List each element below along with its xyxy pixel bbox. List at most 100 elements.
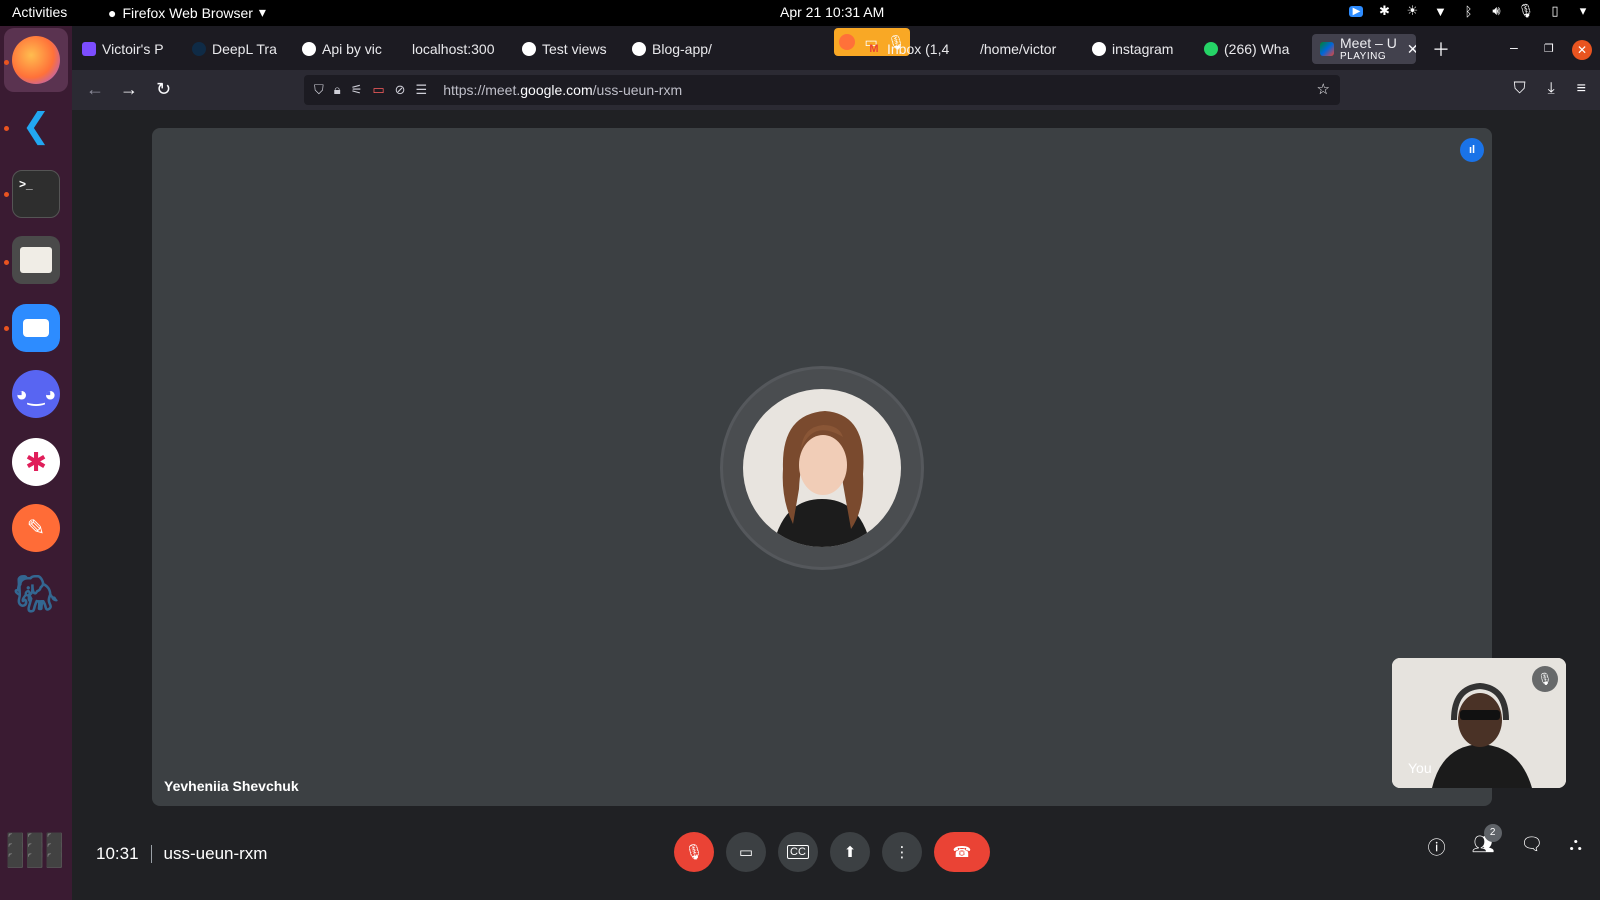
present-button[interactable]: ⬆ <box>830 832 870 872</box>
running-indicator <box>4 60 9 65</box>
close-tab-icon[interactable]: ✕ <box>1407 41 1416 58</box>
deepl-icon <box>192 42 206 56</box>
ubuntu-dock: ❮ >_ ◕‿◕ ✱ ✎ 🐘︎ ⬛⬛⬛ ⬛⬛⬛ ⬛⬛⬛ <box>0 26 72 900</box>
zoom-icon[interactable] <box>12 304 60 352</box>
slack-tray-icon[interactable]: ✱ <box>1377 3 1391 19</box>
wifi-icon[interactable]: ▼ <box>1433 4 1447 19</box>
system-top-bar: Activities ● Firefox Web Browser ▾ Apr 2… <box>0 0 1600 26</box>
discord-icon[interactable]: ◕‿◕ <box>12 370 60 418</box>
bluetooth-icon[interactable]: ᛒ <box>1461 4 1475 19</box>
people-button[interactable]: 👥︎ 2 <box>1472 824 1502 860</box>
meeting-code: uss-ueun-rxm <box>163 844 268 863</box>
running-indicator <box>4 260 9 265</box>
present-screen-icon: ⬆ <box>843 844 857 861</box>
autoplay-blocked-icon[interactable]: ⊘ <box>395 82 406 98</box>
url-bar[interactable]: ⛉ 🔒︎ ⚟ ▭ ⊘ ☰ https://meet.google.com/uss… <box>304 75 1340 105</box>
camera-icon: ▭ <box>738 844 754 861</box>
permissions-icon[interactable]: ⚟ <box>351 82 363 98</box>
end-call-icon: ☎ <box>952 844 972 861</box>
meeting-time: 10:31 <box>96 844 139 863</box>
slack-icon[interactable]: ✱ <box>12 438 60 486</box>
divider <box>150 845 152 863</box>
app-menu[interactable]: ● Firefox Web Browser ▾ <box>108 4 266 21</box>
battery-icon[interactable]: ▯ <box>1548 3 1562 19</box>
back-icon[interactable]: ← <box>86 79 104 100</box>
github-icon <box>632 42 646 56</box>
system-tray[interactable]: ▶ ✱ ☀ ▼ ᛒ 🔊︎ 🎙︎ ▯ ▾ <box>1349 3 1590 19</box>
more-vert-icon: ⋮ <box>894 844 910 861</box>
volume-icon[interactable]: 🔊︎ <box>1489 3 1503 19</box>
tab-7[interactable]: /home/victor <box>980 34 1072 64</box>
activities-icon[interactable]: ⛬ <box>1569 834 1582 860</box>
postgresql-icon[interactable]: 🐘︎ <box>12 570 60 618</box>
running-indicator <box>4 126 9 131</box>
mic-off-icon: 🎙︎ <box>684 844 704 861</box>
firefox-sharing-icon <box>838 34 855 50</box>
tab-3[interactable]: localhost:300 <box>412 34 504 64</box>
whatsapp-icon <box>1204 42 1218 56</box>
github-icon <box>522 42 536 56</box>
more-options-button[interactable]: ⋮ <box>882 832 922 872</box>
zoom-tray-icon[interactable]: ▶ <box>1349 5 1364 17</box>
hamburger-menu-icon[interactable]: ≡ <box>1577 80 1586 98</box>
firefox-icon[interactable] <box>12 36 60 84</box>
bookmark-star-icon[interactable]: ☆ <box>1317 80 1330 98</box>
reload-icon[interactable]: ↻ <box>156 79 171 100</box>
people-count-badge: 2 <box>1483 824 1502 842</box>
speaking-indicator-icon: ıl <box>1460 138 1484 162</box>
vscode-icon[interactable]: ❮ <box>12 102 60 150</box>
tab-4[interactable]: Test views <box>522 34 614 64</box>
meet-content: ıl Yevheniia Shevchuk 🎙︎ You 10:31 uss-u… <box>72 110 1600 900</box>
forward-icon[interactable]: → <box>120 79 138 100</box>
self-view-tile[interactable]: 🎙︎ You <box>1392 658 1566 788</box>
clock[interactable]: Apr 21 10:31 AM <box>780 4 884 20</box>
meeting-details-icon[interactable]: ⓘ <box>1428 834 1446 860</box>
tab-2[interactable]: Api by vic <box>302 34 394 64</box>
toggle-mic-button[interactable]: 🎙︎ <box>674 832 714 872</box>
tab-meet-active[interactable]: Meet – U PLAYING ✕ <box>1312 34 1416 64</box>
chevron-down-icon: ▾ <box>258 4 266 20</box>
pocket-icon[interactable]: ⛉ <box>1514 80 1526 98</box>
files-icon[interactable] <box>12 236 60 284</box>
running-indicator <box>4 192 9 197</box>
muted-mic-icon: 🎙︎ <box>1532 666 1558 692</box>
participant-stage[interactable]: ıl Yevheniia Shevchuk <box>152 128 1492 806</box>
app-menu-label: Firefox Web Browser <box>122 4 253 21</box>
meeting-info: 10:31 uss-ueun-rxm <box>96 844 267 864</box>
downloads-icon[interactable]: ⤓ <box>1548 80 1555 98</box>
tab-5[interactable]: Blog-app/ <box>632 34 724 64</box>
meet-control-bar: 10:31 uss-ueun-rxm 🎙︎ ▭ CC ⬆ ⋮ ☎ ⓘ 👥︎ 2 🗨… <box>72 810 1600 900</box>
postman-icon[interactable]: ✎ <box>12 504 60 552</box>
reader-view-icon[interactable]: ☰ <box>416 82 428 98</box>
toggle-camera-button[interactable]: ▭ <box>726 832 766 872</box>
captions-icon: CC <box>787 845 809 859</box>
github-icon <box>1092 42 1106 56</box>
minimize-icon[interactable]: – <box>1510 39 1518 55</box>
tab-8[interactable]: instagram <box>1092 34 1184 64</box>
tab-6[interactable]: M Inbox (1,4 <box>867 34 959 64</box>
show-apps-icon[interactable]: ⬛⬛⬛ ⬛⬛⬛ ⬛⬛⬛ <box>7 826 63 874</box>
tab-1[interactable]: DeepL Tra <box>192 34 284 64</box>
avatar-ring <box>720 366 924 570</box>
chat-icon[interactable]: 🗨︎ <box>1521 834 1544 860</box>
restore-icon[interactable]: ❐ <box>1544 42 1554 55</box>
activities-button[interactable]: Activities <box>12 4 67 20</box>
microphone-icon[interactable]: 🎙︎ <box>1517 3 1534 19</box>
participant-avatar <box>743 389 901 547</box>
close-window-icon[interactable]: ✕ <box>1572 40 1592 60</box>
new-tab-icon[interactable]: ＋ <box>1432 36 1450 62</box>
tab-0[interactable]: Victoir's P <box>82 34 174 64</box>
brightness-icon[interactable]: ☀ <box>1405 3 1419 19</box>
tab-9[interactable]: (266) Wha <box>1204 34 1296 64</box>
gmail-icon: M <box>869 43 879 55</box>
chevron-down-icon[interactable]: ▾ <box>1576 3 1590 19</box>
lock-icon[interactable]: 🔒︎ <box>334 82 341 98</box>
url-text[interactable]: https://meet.google.com/uss-ueun-rxm <box>443 82 682 98</box>
leave-call-button[interactable]: ☎ <box>934 832 990 872</box>
captions-button[interactable]: CC <box>778 832 818 872</box>
camera-permission-icon[interactable]: ▭ <box>372 82 384 98</box>
canva-icon <box>82 42 96 56</box>
shield-icon[interactable]: ⛉ <box>314 82 324 98</box>
terminal-icon[interactable]: >_ <box>12 170 60 218</box>
self-label: You <box>1408 760 1432 776</box>
